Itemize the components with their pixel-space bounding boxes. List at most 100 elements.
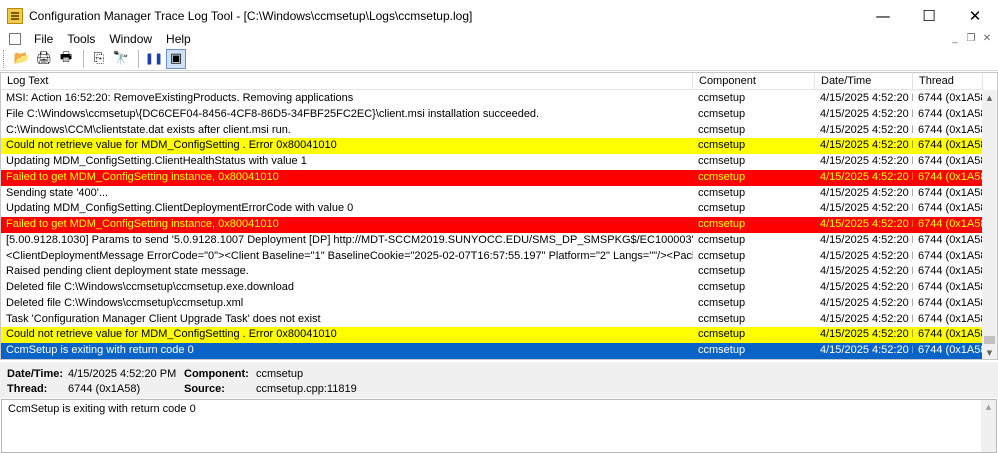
- log-row[interactable]: CcmSetup is exiting with return code 0 cc…: [1, 343, 983, 359]
- log-row[interactable]: [5.00.9128.1030] Params to send '5.0.912…: [1, 233, 983, 249]
- log-row-thread: 6744 (0x1A58): [918, 170, 983, 183]
- log-row[interactable]: Raised pending client deployment state m…: [1, 264, 983, 280]
- log-row[interactable]: Deleted file C:\Windows\ccmsetup\ccmsetu…: [1, 296, 983, 312]
- log-row[interactable]: Failed to get MDM_ConfigSetting instance…: [1, 217, 983, 233]
- log-row[interactable]: MSI: Action 16:52:20: RemoveExistingProd…: [1, 91, 983, 107]
- details-pane: Date/Time: 4/15/2025 4:52:20 PM Componen…: [0, 362, 998, 398]
- column-header-datetime[interactable]: Date/Time: [815, 73, 913, 90]
- column-header-thread[interactable]: Thread: [913, 73, 983, 90]
- app-log-icon: [7, 7, 23, 24]
- print-setup-icon[interactable]: 🖨: [34, 49, 54, 69]
- log-row-datetime: 4/15/2025 4:52:20 PM: [820, 170, 913, 183]
- log-row-text: Updating MDM_ConfigSetting.ClientDeploym…: [6, 202, 354, 215]
- scroll-up-icon[interactable]: ▲: [982, 90, 997, 105]
- log-rows: MSI: Action 16:52:20: RemoveExistingProd…: [1, 91, 983, 359]
- menu-help[interactable]: Help: [159, 31, 198, 47]
- log-row-thread: 6744 (0x1A58): [918, 218, 983, 230]
- mdi-restore-button[interactable]: ❐: [964, 31, 978, 45]
- mdi-controls: _ ❐ ✕: [948, 31, 994, 47]
- find-icon[interactable]: 🔭: [111, 49, 131, 69]
- log-row[interactable]: <ClientDeploymentMessage ErrorCode="0"><…: [1, 249, 983, 265]
- log-row-text: Raised pending client deployment state m…: [6, 265, 249, 278]
- copy-icon[interactable]: ⎘: [89, 49, 109, 69]
- log-row-component: ccmsetup: [698, 249, 746, 262]
- log-row-text: <ClientDeploymentMessage ErrorCode="0"><…: [6, 249, 693, 262]
- log-row-thread: 6744 (0x1A58): [918, 312, 983, 325]
- log-row[interactable]: Failed to get MDM_ConfigSetting instance…: [1, 169, 983, 186]
- log-row-text: [5.00.9128.1030] Params to send '5.0.912…: [6, 233, 693, 246]
- log-row-component: ccmsetup: [698, 265, 746, 278]
- column-header-log-text[interactable]: Log Text: [1, 73, 693, 90]
- log-row-component: ccmsetup: [698, 186, 746, 199]
- log-row-datetime: 4/15/2025 4:52:20 PM: [820, 312, 913, 325]
- menu-window[interactable]: Window: [102, 31, 159, 47]
- log-row-thread: 6744 (0x1A58): [918, 265, 983, 278]
- column-header-component[interactable]: Component: [693, 73, 815, 90]
- log-row-component: ccmsetup: [698, 328, 746, 341]
- log-row-datetime: 4/15/2025 4:52:20 PM: [820, 123, 913, 136]
- thread-label: Thread:: [7, 383, 48, 395]
- toolbar-separator: [138, 49, 139, 68]
- log-row-thread: 6744 (0x1A58): [918, 344, 983, 356]
- log-row[interactable]: Updating MDM_ConfigSetting.ClientDeploym…: [1, 201, 983, 217]
- component-label: Component:: [184, 368, 249, 380]
- log-row-datetime: 4/15/2025 4:52:20 PM: [820, 328, 913, 341]
- minimize-button[interactable]: —: [860, 0, 906, 31]
- log-row-thread: 6744 (0x1A58): [918, 296, 983, 309]
- menu-tools[interactable]: Tools: [60, 31, 102, 47]
- toolbar-grip[interactable]: [3, 49, 6, 68]
- log-row-component: ccmsetup: [698, 202, 746, 215]
- log-row-text: Task 'Configuration Manager Client Upgra…: [6, 312, 321, 325]
- log-row[interactable]: Could not retrieve value for MDM_ConfigS…: [1, 138, 983, 154]
- log-row[interactable]: File C:\Windows\ccmsetup\{DC6CEF04-8456-…: [1, 107, 983, 123]
- log-row-datetime: 4/15/2025 4:52:20 PM: [820, 218, 913, 230]
- window-title: Configuration Manager Trace Log Tool - […: [29, 8, 473, 23]
- log-row[interactable]: Task 'Configuration Manager Client Upgra…: [1, 312, 983, 328]
- scroll-down-icon[interactable]: ▼: [982, 345, 997, 359]
- mdi-minimize-button[interactable]: _: [948, 31, 962, 45]
- message-text-box[interactable]: CcmSetup is exiting with return code 0 ▲: [1, 399, 997, 453]
- maximize-button[interactable]: ☐: [906, 0, 952, 31]
- close-button[interactable]: ✕: [952, 0, 998, 31]
- source-label: Source:: [184, 383, 225, 395]
- log-row-component: ccmsetup: [698, 155, 746, 167]
- log-row[interactable]: Updating MDM_ConfigSetting.ClientHealthS…: [1, 154, 983, 170]
- log-list[interactable]: Log Text Component Date/Time Thread MSI:…: [0, 72, 998, 360]
- log-row-component: ccmsetup: [698, 233, 746, 246]
- log-row[interactable]: Deleted file C:\Windows\ccmsetup\ccmsetu…: [1, 280, 983, 296]
- log-row-thread: 6744 (0x1A58): [918, 233, 983, 246]
- log-row-thread: 6744 (0x1A58): [918, 107, 983, 120]
- log-row-datetime: 4/15/2025 4:52:20 PM: [820, 202, 913, 215]
- open-icon[interactable]: 📂: [12, 49, 32, 69]
- thread-value: 6744 (0x1A58): [68, 383, 141, 395]
- scroll-thumb[interactable]: [984, 336, 995, 344]
- title-bar: Configuration Manager Trace Log Tool - […: [0, 0, 998, 31]
- print-icon[interactable]: 🖶: [56, 49, 76, 69]
- menu-bar: File Tools Window Help: [0, 31, 998, 47]
- log-row-text: Sending state '400'...: [6, 186, 109, 199]
- menu-file[interactable]: File: [27, 31, 60, 47]
- log-row[interactable]: C:\Windows\CCM\clientstate.dat exists af…: [1, 123, 983, 139]
- log-row-text: CcmSetup is exiting with return code 0: [6, 344, 194, 356]
- log-row-datetime: 4/15/2025 4:52:20 PM: [820, 296, 913, 309]
- log-row[interactable]: Could not retrieve value for MDM_ConfigS…: [1, 327, 983, 343]
- vertical-scrollbar[interactable]: ▲ ▼: [982, 90, 997, 359]
- log-row-text: Updating MDM_ConfigSetting.ClientHealthS…: [6, 155, 307, 167]
- log-row-datetime: 4/15/2025 4:52:20 PM: [820, 233, 913, 246]
- log-row-component: ccmsetup: [698, 296, 746, 309]
- details-pane-icon[interactable]: ▣: [166, 48, 186, 69]
- log-row-component: ccmsetup: [698, 312, 746, 325]
- log-row-text: Could not retrieve value for MDM_ConfigS…: [6, 139, 337, 152]
- message-scrollbar[interactable]: ▲: [981, 400, 996, 452]
- log-row-datetime: 4/15/2025 4:52:20 PM: [820, 249, 913, 262]
- log-row-text: MSI: Action 16:52:20: RemoveExistingProd…: [6, 92, 354, 104]
- log-row-component: ccmsetup: [698, 123, 746, 136]
- pause-icon[interactable]: ❚❚: [144, 49, 164, 69]
- log-row-thread: 6744 (0x1A58): [918, 155, 983, 167]
- log-row-thread: 6744 (0x1A58): [918, 92, 983, 104]
- log-row-thread: 6744 (0x1A58): [918, 328, 983, 341]
- message-scroll-up-icon[interactable]: ▲: [981, 400, 996, 414]
- document-icon[interactable]: [9, 33, 21, 45]
- mdi-close-button[interactable]: ✕: [980, 31, 994, 45]
- log-row[interactable]: Sending state '400'... ccmsetup 4/15/2025 …: [1, 186, 983, 202]
